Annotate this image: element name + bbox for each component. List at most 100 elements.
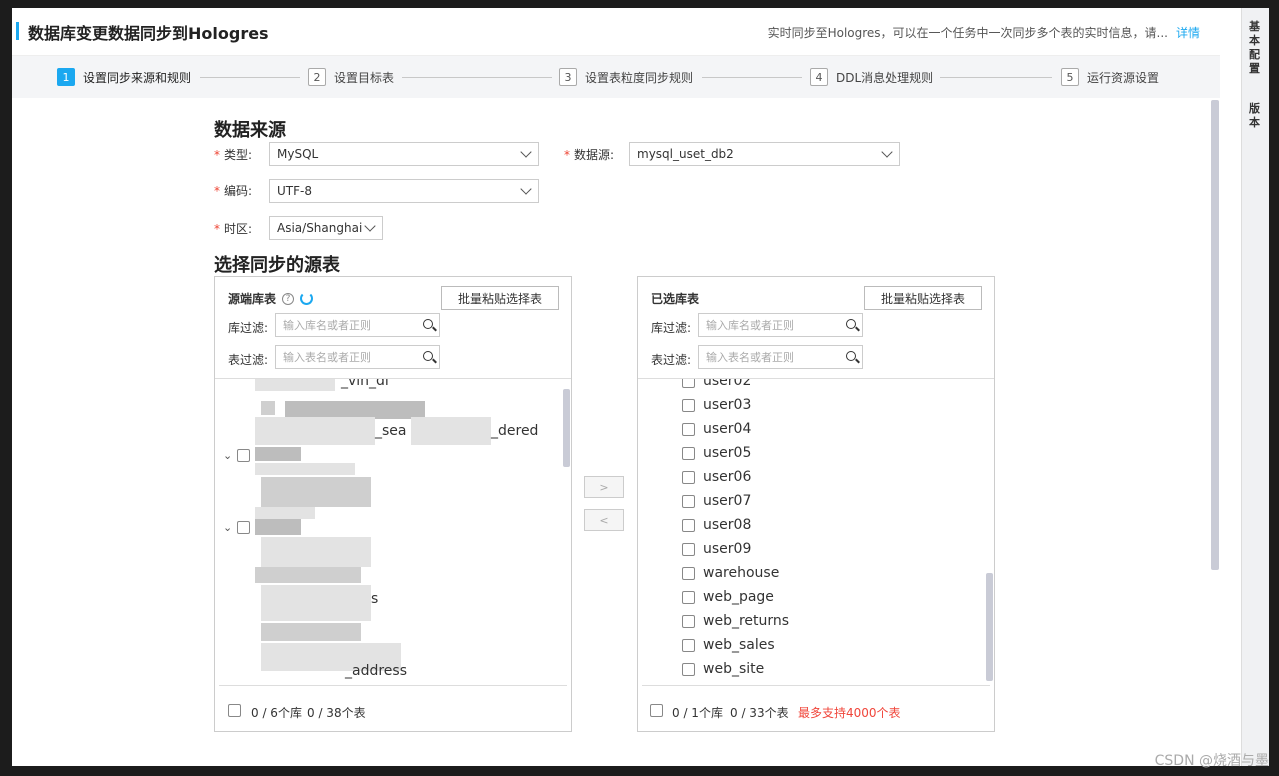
chevron-down-icon [520,146,532,158]
tab-version[interactable]: 版本 [1249,102,1263,130]
right-table-filter [698,345,863,369]
list-item[interactable]: _vin_di [341,379,389,389]
refresh-icon[interactable] [300,292,314,305]
search-icon[interactable] [846,319,856,329]
step-4-label: DDL消息处理规则 [836,70,934,85]
chevron-down-icon[interactable]: ⌄ [223,521,232,534]
source-table-list[interactable]: _vin_di _sea _dered ⌄ ⌄ s _address [215,379,571,685]
list-item[interactable]: user02 [682,379,751,389]
item-checkbox[interactable] [682,518,695,532]
left-db-filter-label: 库过滤: [228,321,269,335]
move-left-button[interactable]: < [584,509,624,531]
tab-basic-config[interactable]: 基本配置 [1249,20,1263,76]
right-db-filter-input[interactable] [699,314,834,337]
chevron-down-icon [881,146,893,158]
list-item[interactable]: user07 [682,493,751,509]
step-3[interactable]: 3 设置表粒度同步规则 [559,68,693,86]
step-1-label: 设置同步来源和规则 [83,70,192,85]
left-table-filter-label: 表过滤: [228,353,269,367]
chevron-down-icon [520,183,532,195]
selected-db-count: 0 / 1个库 [672,706,723,720]
right-table-filter-label: 表过滤: [651,353,692,367]
step-5[interactable]: 5 运行资源设置 [1061,68,1159,86]
obscured-item [411,417,491,445]
item-checkbox[interactable] [682,470,695,484]
detail-link[interactable]: 详情 [1176,24,1200,41]
list-scrollbar[interactable] [986,573,993,681]
select-all-checkbox[interactable] [228,704,241,717]
type-label: * 类型: [214,148,253,162]
obscured-item [261,623,361,641]
page-scrollbar[interactable] [1211,100,1219,570]
max-tables-warning: 最多支持4000个表 [798,706,901,720]
step-3-label: 设置表粒度同步规则 [585,70,694,85]
obscured-item [255,379,335,391]
list-item[interactable]: user04 [682,421,751,437]
chevron-down-icon[interactable]: ⌄ [223,449,232,462]
step-2[interactable]: 2 设置目标表 [308,68,394,86]
item-checkbox[interactable] [682,446,695,460]
item-checkbox[interactable] [682,398,695,412]
step-connector [940,77,1052,78]
step-3-number: 3 [559,68,577,86]
header: 数据库变更数据同步到Hologres 实时同步至Hologres，可以在一个任务… [12,8,1220,56]
source-panel-footer: 0 / 6个库 0 / 38个表 [219,685,567,731]
step-5-number: 5 [1061,68,1079,86]
list-item[interactable]: user09 [682,541,751,557]
help-icon[interactable]: ? [282,292,295,305]
tree-node-db[interactable]: ⌄ [223,449,251,462]
right-side-panel: 基本配置 版本 [1241,8,1269,766]
db-checkbox[interactable] [237,521,251,534]
list-item[interactable]: _dered [491,423,538,439]
list-item[interactable]: _address [345,663,407,679]
list-item[interactable]: web_sales [682,637,775,653]
list-item[interactable]: warehouse [682,565,779,581]
item-checkbox[interactable] [682,542,695,556]
list-item[interactable]: web_page [682,589,774,605]
list-item[interactable]: user05 [682,445,751,461]
list-item[interactable]: _sea [375,423,407,439]
move-right-button[interactable]: > [584,476,624,498]
tree-node-db[interactable]: ⌄ [223,521,251,534]
item-checkbox[interactable] [682,422,695,436]
item-checkbox[interactable] [682,590,695,604]
header-description: 实时同步至Hologres，可以在一个任务中一次同步多个表的实时信息，请... [767,26,1168,40]
step-4[interactable]: 4 DDL消息处理规则 [810,68,933,86]
item-checkbox[interactable] [682,379,695,388]
item-checkbox[interactable] [682,638,695,652]
list-item[interactable]: s [371,591,378,607]
item-checkbox[interactable] [682,662,695,676]
selected-table-list[interactable]: user02 user03 user04 user05 user06 user0… [638,379,994,685]
list-item[interactable]: web_site [682,661,764,677]
item-checkbox[interactable] [682,614,695,628]
search-icon[interactable] [846,351,856,361]
right-db-filter-label: 库过滤: [651,321,692,335]
obscured-item [255,417,375,445]
search-icon[interactable] [423,319,433,329]
obscured-item [261,585,371,621]
timezone-select[interactable]: Asia/Shanghai [269,216,383,240]
obscured-item [255,447,301,461]
list-item[interactable]: web_returns [682,613,789,629]
encoding-label: * 编码: [214,184,253,198]
page-title: 数据库变更数据同步到Hologres [28,24,269,43]
left-db-filter-input[interactable] [276,314,411,337]
db-checkbox[interactable] [237,449,251,462]
list-item[interactable]: user06 [682,469,751,485]
type-select[interactable]: MySQL [269,142,539,166]
list-scrollbar[interactable] [563,389,570,467]
left-table-filter-input[interactable] [276,346,411,369]
right-batch-paste-button[interactable]: 批量粘贴选择表 [864,286,982,310]
select-all-checkbox[interactable] [650,704,663,717]
list-item[interactable]: user03 [682,397,751,413]
item-checkbox[interactable] [682,566,695,580]
datasource-select[interactable]: mysql_uset_db2 [629,142,900,166]
step-1[interactable]: 1 设置同步来源和规则 [57,68,191,86]
encoding-select[interactable]: UTF-8 [269,179,539,203]
left-batch-paste-button[interactable]: 批量粘贴选择表 [441,286,559,310]
list-item[interactable]: user08 [682,517,751,533]
left-table-filter [275,345,440,369]
right-table-filter-input[interactable] [699,346,834,369]
item-checkbox[interactable] [682,494,695,508]
search-icon[interactable] [423,351,433,361]
